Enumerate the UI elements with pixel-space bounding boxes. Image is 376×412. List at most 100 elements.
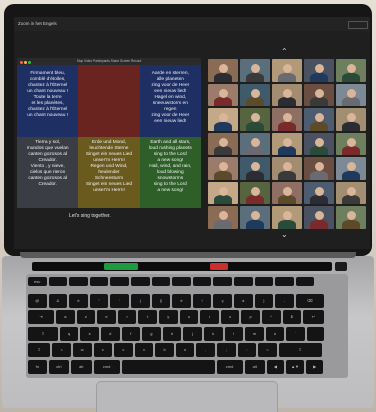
participant-video-tile[interactable]	[272, 157, 302, 180]
keyboard-key[interactable]: l	[224, 326, 244, 341]
chevron-up-icon[interactable]: ⌃	[281, 47, 288, 56]
keyboard-key[interactable]: j	[183, 326, 202, 341]
keyboard-key[interactable]	[48, 277, 68, 286]
keyboard-key[interactable]: o	[220, 310, 240, 324]
participant-video-tile[interactable]	[336, 59, 366, 82]
participant-video-tile[interactable]	[240, 83, 270, 107]
participant-video-tile[interactable]	[304, 132, 334, 156]
keyboard-key[interactable]: ,	[196, 343, 216, 357]
keyboard-key[interactable]: ▲▼	[285, 359, 305, 374]
keyboard-key[interactable]	[130, 277, 150, 286]
participant-video-tile[interactable]	[272, 181, 302, 205]
keyboard-key[interactable]	[233, 277, 253, 286]
keyboard-key[interactable]: w	[72, 343, 92, 357]
keyboard-key[interactable]: q	[59, 326, 79, 341]
keyboard-key[interactable]	[121, 359, 215, 374]
participant-video-tile[interactable]	[304, 206, 334, 229]
keyboard-key[interactable]: t	[138, 310, 157, 324]
participant-video-tile[interactable]	[208, 59, 238, 82]
participant-video-tile[interactable]	[208, 83, 238, 107]
keyboard-key[interactable]: m	[245, 326, 264, 341]
participant-video-tile[interactable]	[336, 132, 366, 156]
participant-video-tile[interactable]	[240, 157, 270, 180]
keyboard-key[interactable]: à	[233, 293, 253, 308]
keyboard-key[interactable]: ù	[265, 326, 285, 341]
keyboard-key[interactable]: ◀	[267, 359, 284, 374]
keyboard-key[interactable]: d	[100, 326, 120, 341]
keyboard-key[interactable]: s	[80, 326, 99, 341]
participant-video-tile[interactable]	[304, 59, 334, 82]
keyboard-key[interactable]: r	[117, 310, 137, 324]
keyboard-key[interactable]: alt	[244, 359, 266, 374]
participant-video-tile[interactable]	[336, 108, 366, 131]
participant-video-tile[interactable]	[240, 132, 270, 156]
keyboard-key[interactable]: ⇧	[28, 343, 51, 357]
participant-video-tile[interactable]	[272, 108, 302, 131]
keyboard-key[interactable]: -	[275, 293, 294, 308]
participant-video-tile[interactable]	[240, 181, 270, 205]
participant-video-tile[interactable]	[336, 206, 366, 229]
participant-video-tile[interactable]	[240, 108, 270, 131]
participant-video-tile[interactable]	[272, 83, 302, 107]
keyboard-key[interactable]: "	[89, 293, 109, 308]
keyboard-key[interactable]: k	[203, 326, 223, 341]
participant-video-tile[interactable]	[336, 83, 366, 107]
participant-video-tile[interactable]	[272, 132, 302, 156]
participant-video-tile[interactable]	[336, 181, 366, 205]
keyboard-key[interactable]: ^	[261, 310, 281, 324]
keyboard-key[interactable]: p	[241, 310, 260, 324]
keyboard-key[interactable]: e	[97, 310, 116, 324]
keyboard-key[interactable]: a	[56, 310, 75, 324]
touch-bar-end-button[interactable]	[210, 263, 228, 270]
trackpad[interactable]	[96, 381, 278, 412]
keyboard-key[interactable]	[295, 277, 315, 286]
keyboard-key[interactable]: (	[130, 293, 150, 308]
keyboard-key[interactable]	[151, 277, 171, 286]
keyboard-key[interactable]	[172, 277, 191, 286]
participant-video-tile[interactable]	[336, 157, 366, 180]
keyboard-key[interactable]: g	[142, 326, 161, 341]
keyboard-key[interactable]: `	[286, 326, 305, 341]
keyboard-key[interactable]: cmd	[93, 359, 120, 374]
keyboard-key[interactable]: cmd	[216, 359, 243, 374]
keyboard-key[interactable]: !	[192, 293, 212, 308]
keyboard-key[interactable]: b	[155, 343, 174, 357]
participant-video-tile[interactable]	[208, 181, 238, 205]
keyboard-key[interactable]: c	[114, 343, 133, 357]
participant-video-tile[interactable]	[208, 206, 238, 229]
touch-bar[interactable]	[32, 262, 332, 271]
keyboard-key[interactable]: y	[159, 310, 178, 324]
keyboard-key[interactable]: ⇪	[28, 326, 58, 341]
participant-video-tile[interactable]	[208, 108, 238, 131]
touch-bar-unmute-button[interactable]	[104, 263, 138, 270]
participant-video-tile[interactable]	[272, 206, 302, 229]
participant-video-tile[interactable]	[304, 83, 334, 107]
keyboard-key[interactable]: ;	[217, 343, 236, 357]
participant-video-tile[interactable]	[240, 206, 270, 229]
keyboard-key[interactable]	[69, 277, 88, 286]
participant-video-tile[interactable]	[304, 181, 334, 205]
keyboard-key[interactable]: esc	[28, 277, 47, 286]
keyboard-key[interactable]: è	[172, 293, 191, 308]
keyboard-key[interactable]: v	[134, 343, 154, 357]
keyboard-key[interactable]: ⌫	[295, 293, 324, 308]
keyboard-key[interactable]: )	[254, 293, 274, 308]
keyboard-key[interactable]: x	[93, 343, 113, 357]
keyboard-key[interactable]: alt	[71, 359, 92, 374]
participant-video-tile[interactable]	[304, 108, 334, 131]
keyboard-key[interactable]: fn	[28, 359, 47, 374]
keyboard-key[interactable]: ⇥	[28, 310, 55, 324]
view-toggle-icon[interactable]	[348, 21, 368, 29]
keyboard-key[interactable]	[254, 277, 274, 286]
keyboard-key[interactable]	[192, 277, 212, 286]
participant-video-tile[interactable]	[240, 59, 270, 82]
keyboard-key[interactable]: é	[69, 293, 88, 308]
keyboard-key[interactable]: =	[258, 343, 277, 357]
keyboard-key[interactable]: ▶	[306, 359, 324, 374]
keyboard-key[interactable]: ç	[213, 293, 232, 308]
keyboard-key[interactable]: z	[76, 310, 96, 324]
keyboard-key[interactable]: ↩	[303, 310, 324, 324]
keyboard-key[interactable]: §	[151, 293, 171, 308]
keyboard-key[interactable]: <	[52, 343, 71, 357]
keyboard-key[interactable]: :	[237, 343, 257, 357]
